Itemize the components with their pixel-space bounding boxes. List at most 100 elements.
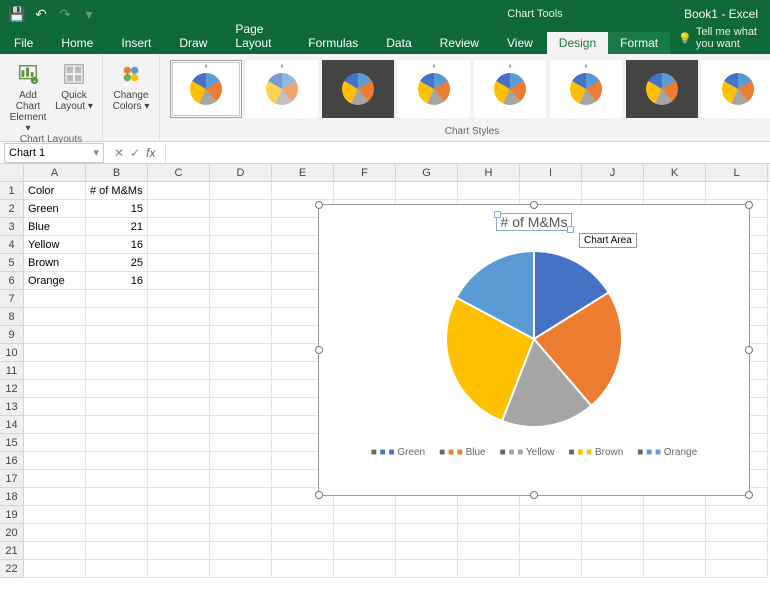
tab-format[interactable]: Format (608, 32, 670, 54)
row-header[interactable]: 1 (0, 182, 24, 200)
legend-item[interactable]: ■ Brown (568, 447, 623, 458)
cell[interactable] (24, 470, 86, 488)
cell[interactable] (210, 362, 272, 380)
resize-handle[interactable] (745, 201, 753, 209)
cell[interactable] (148, 506, 210, 524)
formula-bar-input[interactable] (165, 144, 770, 162)
cell[interactable] (272, 524, 334, 542)
cell[interactable] (520, 542, 582, 560)
cell[interactable] (210, 290, 272, 308)
legend-item[interactable]: ■ Yellow (500, 447, 555, 458)
cell[interactable] (210, 452, 272, 470)
undo-icon[interactable]: ↶ (30, 3, 52, 25)
embedded-chart[interactable]: # of M&Ms Chart Area ■ Green■ Blue■ Yell… (318, 204, 750, 496)
tab-insert[interactable]: Insert (107, 32, 165, 54)
cell[interactable] (86, 380, 148, 398)
tab-home[interactable]: Home (47, 32, 107, 54)
row-header[interactable]: 6 (0, 272, 24, 290)
cell[interactable]: 15 (86, 200, 148, 218)
cell[interactable] (148, 434, 210, 452)
cell[interactable] (458, 542, 520, 560)
cell[interactable] (706, 506, 768, 524)
row-header[interactable]: 22 (0, 560, 24, 578)
cell[interactable]: 16 (86, 236, 148, 254)
cell[interactable] (272, 542, 334, 560)
redo-icon[interactable]: ↷ (54, 3, 76, 25)
cell[interactable] (148, 218, 210, 236)
cell[interactable] (24, 398, 86, 416)
cell[interactable] (210, 398, 272, 416)
cell[interactable] (148, 560, 210, 578)
select-all-corner[interactable] (0, 164, 24, 181)
col-header-H[interactable]: H (458, 164, 520, 181)
cell[interactable] (210, 200, 272, 218)
cell[interactable] (644, 560, 706, 578)
cell[interactable] (24, 380, 86, 398)
tab-design[interactable]: Design (547, 32, 608, 54)
cell[interactable] (148, 254, 210, 272)
cell[interactable] (520, 182, 582, 200)
cell[interactable] (148, 542, 210, 560)
col-header-L[interactable]: L (706, 164, 768, 181)
row-header[interactable]: 14 (0, 416, 24, 434)
cell[interactable] (24, 524, 86, 542)
cell[interactable] (210, 488, 272, 506)
resize-handle[interactable] (530, 491, 538, 499)
name-box[interactable]: Chart 1 ▾ (4, 143, 104, 163)
cell[interactable] (86, 326, 148, 344)
cell[interactable] (210, 326, 272, 344)
cell[interactable]: Orange (24, 272, 86, 290)
legend-item[interactable]: ■ Blue (439, 447, 486, 458)
row-header[interactable]: 8 (0, 308, 24, 326)
pie-chart[interactable] (434, 239, 634, 439)
row-header[interactable]: 4 (0, 236, 24, 254)
row-header[interactable]: 2 (0, 200, 24, 218)
chart-style-8[interactable] (702, 60, 770, 118)
cell[interactable] (148, 362, 210, 380)
cell[interactable] (272, 506, 334, 524)
chart-style-5[interactable]: # (474, 60, 546, 118)
resize-handle[interactable] (315, 491, 323, 499)
cell[interactable] (86, 416, 148, 434)
cell[interactable] (582, 542, 644, 560)
col-header-I[interactable]: I (520, 164, 582, 181)
tab-draw[interactable]: Draw (165, 32, 221, 54)
cell[interactable] (24, 308, 86, 326)
col-header-J[interactable]: J (582, 164, 644, 181)
cell[interactable] (520, 524, 582, 542)
col-header-A[interactable]: A (24, 164, 86, 181)
cell[interactable] (148, 182, 210, 200)
row-header[interactable]: 9 (0, 326, 24, 344)
cell[interactable] (86, 290, 148, 308)
cell[interactable] (582, 506, 644, 524)
resize-handle[interactable] (315, 201, 323, 209)
cell[interactable] (520, 506, 582, 524)
cell[interactable] (148, 488, 210, 506)
cell[interactable] (396, 506, 458, 524)
cell[interactable] (86, 560, 148, 578)
cell[interactable] (210, 344, 272, 362)
cell[interactable] (334, 506, 396, 524)
cell[interactable] (210, 416, 272, 434)
cell[interactable] (706, 182, 768, 200)
fx-icon[interactable]: fx (146, 146, 159, 160)
qat-dropdown-icon[interactable]: ▾ (78, 3, 100, 25)
cell[interactable] (148, 452, 210, 470)
cell[interactable] (148, 398, 210, 416)
cell[interactable] (86, 344, 148, 362)
cell[interactable] (148, 200, 210, 218)
chart-style-6[interactable]: # (550, 60, 622, 118)
cell[interactable] (148, 470, 210, 488)
cell[interactable] (458, 506, 520, 524)
row-header[interactable]: 17 (0, 470, 24, 488)
cell[interactable]: Brown (24, 254, 86, 272)
cell[interactable] (86, 524, 148, 542)
tab-page-layout[interactable]: Page Layout (221, 18, 294, 54)
col-header-E[interactable]: E (272, 164, 334, 181)
cell[interactable] (210, 560, 272, 578)
tab-view[interactable]: View (493, 32, 547, 54)
cell[interactable]: 25 (86, 254, 148, 272)
resize-handle[interactable] (530, 201, 538, 209)
plot-area[interactable] (319, 231, 749, 439)
col-header-D[interactable]: D (210, 164, 272, 181)
